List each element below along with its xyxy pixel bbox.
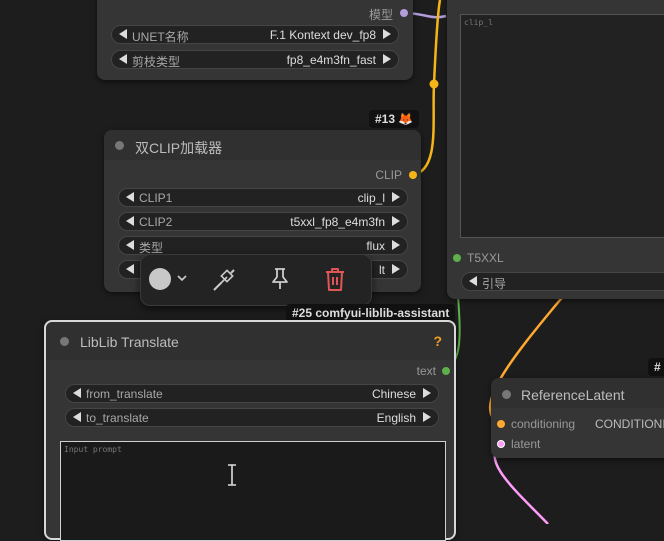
color-picker-button[interactable]	[149, 267, 193, 293]
increment-arrow-icon[interactable]	[392, 192, 400, 202]
increment-arrow-icon[interactable]	[392, 264, 400, 274]
decrement-arrow-icon[interactable]	[73, 412, 81, 422]
increment-arrow-icon[interactable]	[423, 412, 431, 422]
liblib-translate-node[interactable]: LibLib Translate ? text from_translate C…	[44, 320, 456, 541]
decrement-arrow-icon[interactable]	[119, 29, 127, 39]
decrement-arrow-icon[interactable]	[469, 276, 477, 286]
latent-input-slot[interactable]	[497, 440, 505, 448]
fox-icon: 🦊	[398, 112, 414, 126]
latent-input-label: latent	[511, 437, 541, 451]
widget-label: 剪枝类型	[132, 55, 181, 69]
increment-arrow-icon[interactable]	[383, 29, 391, 39]
model-output-label: 模型	[368, 8, 393, 22]
decrement-arrow-icon[interactable]	[73, 388, 81, 398]
guidance-widget[interactable]: 引导	[461, 272, 664, 291]
help-icon[interactable]: ?	[433, 333, 442, 349]
collapse-dot[interactable]	[60, 337, 69, 346]
clip-output-slot[interactable]	[409, 171, 417, 179]
collapse-dot[interactable]	[502, 390, 511, 399]
text-cursor-icon	[228, 464, 236, 486]
selection-toolbar	[140, 254, 372, 306]
decrement-arrow-icon[interactable]	[126, 192, 134, 202]
type-widget[interactable]: 类型 flux	[118, 236, 408, 255]
text-encoder-node[interactable]: clip_l T5XXL 引导	[447, 0, 664, 299]
decrement-arrow-icon[interactable]	[126, 264, 134, 274]
pin-icon[interactable]	[269, 267, 291, 291]
widget-value: lt	[379, 263, 385, 277]
prompt-textarea[interactable]: Input prompt	[60, 441, 446, 541]
trash-icon[interactable]	[323, 266, 347, 292]
widget-value: F.1 Kontext dev_fp8	[269, 28, 376, 42]
color-circle-icon	[149, 268, 171, 290]
widget-label: to_translate	[86, 411, 149, 425]
text-output-label: text	[416, 364, 436, 378]
clip2-widget[interactable]: CLIP2 t5xxl_fp8_e4m3fn	[118, 212, 408, 231]
node-id-badge: #	[648, 358, 664, 376]
increment-arrow-icon[interactable]	[383, 54, 391, 64]
widget-label: 引导	[482, 277, 507, 291]
from-translate-widget[interactable]: from_translate Chinese	[65, 384, 439, 403]
collapse-dot[interactable]	[115, 141, 124, 150]
widget-value: flux	[366, 239, 385, 253]
model-output-slot[interactable]	[400, 9, 408, 17]
node-title: 双CLIP加载器	[135, 140, 223, 156]
widget-value: t5xxl_fp8_e4m3fn	[290, 215, 385, 229]
decrement-arrow-icon[interactable]	[119, 54, 127, 64]
widget-label: UNET名称	[132, 30, 189, 44]
increment-arrow-icon[interactable]	[392, 240, 400, 250]
widget-value: English	[376, 411, 416, 425]
to-translate-widget[interactable]: to_translate English	[65, 408, 439, 427]
clip-l-textarea[interactable]: clip_l	[460, 14, 664, 238]
node-title: ReferenceLatent	[521, 387, 625, 403]
widget-label: CLIP1	[139, 191, 173, 205]
increment-arrow-icon[interactable]	[392, 216, 400, 226]
unet-name-widget[interactable]: UNET名称 F.1 Kontext dev_fp8	[111, 25, 399, 44]
clip1-widget[interactable]: CLIP1 clip_l	[118, 188, 408, 207]
clip-wire-reroute[interactable]	[429, 79, 439, 89]
conditioning-output-label: CONDITIONI	[595, 417, 664, 431]
t5xxl-input-slot[interactable]	[453, 254, 461, 262]
unet-loader-node[interactable]: 模型 UNET名称 F.1 Kontext dev_fp8 剪枝类型 fp8_e…	[97, 0, 413, 80]
node-title: LibLib Translate	[80, 334, 179, 350]
reference-latent-node[interactable]: ReferenceLatent conditioning CONDITIONI …	[491, 378, 664, 458]
badge-text: #13	[375, 112, 396, 126]
widget-value: fp8_e4m3fn_fast	[286, 53, 376, 67]
decrement-arrow-icon[interactable]	[126, 216, 134, 226]
weight-dtype-widget[interactable]: 剪枝类型 fp8_e4m3fn_fast	[111, 50, 399, 69]
widget-value: Chinese	[371, 387, 416, 401]
node-id-badge: #13 🦊	[369, 110, 420, 128]
bypass-icon[interactable]	[211, 267, 237, 293]
widget-label: from_translate	[86, 387, 163, 401]
badge-text: #25 comfyui-liblib-assistant	[292, 306, 450, 320]
chevron-down-icon	[177, 275, 187, 282]
increment-arrow-icon[interactable]	[423, 388, 431, 398]
text-output-slot[interactable]	[442, 367, 450, 375]
widget-label: CLIP2	[139, 215, 173, 229]
t5xxl-input-label: T5XXL	[467, 251, 504, 265]
conditioning-input-label: conditioning	[511, 417, 576, 431]
conditioning-input-slot[interactable]	[497, 420, 505, 428]
clip-output-label: CLIP	[375, 168, 402, 182]
widget-value: clip_l	[357, 191, 385, 205]
decrement-arrow-icon[interactable]	[126, 240, 134, 250]
